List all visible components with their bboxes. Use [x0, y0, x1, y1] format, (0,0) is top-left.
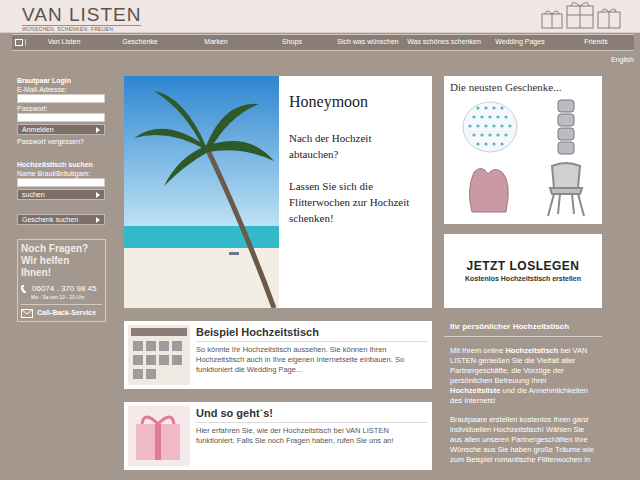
info-title: Ihr persönlicher Hochzeitstisch: [444, 318, 602, 337]
login-title: Brautpaar Login: [17, 76, 106, 85]
newest-gifts: Die neusten Geschenke...: [444, 76, 602, 224]
info-text: Hochzeitsliste: [450, 386, 500, 395]
gift-box-image: [128, 406, 190, 466]
feature-title[interactable]: Und so geht`s!: [196, 406, 428, 423]
arrow-icon: [96, 217, 100, 223]
email-label: E-Mail-Adresse:: [17, 85, 106, 94]
login-button[interactable]: Anmelden: [17, 124, 105, 135]
email-input[interactable]: [17, 94, 105, 103]
sidebar: Brautpaar Login E-Mail-Adresse: Passwort…: [17, 76, 106, 470]
feature-body: Und so geht`s! Hier erfahren Sie, wie der…: [196, 406, 428, 466]
info-paragraph: Mit Ihrem online Hochzeitstisch bei VAN …: [444, 346, 602, 406]
nav-item[interactable]: Van Listen: [26, 37, 102, 48]
banner-text: Nach der Hochzeit abtauchen?: [289, 130, 414, 162]
banner-title: Honeymoon: [289, 92, 414, 112]
callback-link[interactable]: Call-Back-Service: [21, 304, 102, 319]
nav-item[interactable]: Geschenke: [102, 37, 178, 48]
forgot-password-link[interactable]: Passwort vergessen?: [17, 137, 106, 146]
feature-card[interactable]: Beispiel Hochzeitstisch So könnte Ihr Hoc…: [124, 321, 432, 389]
info-text: Hochzeitstisch: [505, 346, 558, 355]
language-link[interactable]: English: [611, 56, 634, 63]
logo[interactable]: VAN LISTEN WÜNSCHEN. SCHENKEN. FREUEN.: [22, 0, 141, 33]
help-box: Noch Fragen? Wir helfen Ihnen! 06074 . 3…: [17, 239, 106, 322]
password-input[interactable]: [17, 113, 105, 122]
home-icon[interactable]: [12, 39, 26, 46]
nav-item[interactable]: Shops: [254, 37, 330, 48]
feature-body: Beispiel Hochzeitstisch So könnte Ihr Hoc…: [196, 325, 428, 385]
help-subtitle: Wir helfen Ihnen!: [21, 255, 102, 279]
beach-image: [124, 76, 279, 308]
info-text: Brautpaare erstellen kostenlos Ihren gan…: [450, 415, 594, 464]
nav-item[interactable]: Wedding Pages: [482, 37, 558, 48]
site-header: VAN LISTEN WÜNSCHEN. SCHENKEN. FREUEN.: [0, 0, 640, 33]
info-text: Mit Ihrem online: [450, 346, 505, 355]
name-input[interactable]: [17, 178, 105, 187]
table-preview-image: [128, 325, 190, 385]
nav-item[interactable]: Was schönes schenken: [406, 37, 482, 48]
tagline: WÜNSCHEN. SCHENKEN. FREUEN.: [22, 25, 141, 33]
main-nav: Van ListenGeschenkeMarkenShopsSich was w…: [12, 34, 634, 51]
info-paragraph: Brautpaare erstellen kostenlos Ihren gan…: [444, 415, 602, 465]
password-label: Passwort:: [17, 104, 106, 113]
feature-title[interactable]: Beispiel Hochzeitstisch: [196, 325, 428, 342]
newest-title: Die neusten Geschenke...: [450, 80, 596, 94]
search-title: Hochzeitstisch suchen: [17, 160, 106, 169]
nav-items: Van ListenGeschenkeMarkenShopsSich was w…: [26, 37, 634, 48]
envelope-icon: [21, 309, 33, 318]
search-button[interactable]: suchen: [17, 189, 105, 200]
phone-row: 06074 . 370 98 45: [21, 284, 102, 294]
hours: Mo - Sa von 10 - 20 Uhr: [21, 294, 102, 300]
phone-number[interactable]: 06074 . 370 98 45: [32, 284, 97, 294]
plate-icon[interactable]: [458, 98, 522, 156]
arrow-icon: [96, 192, 100, 198]
phone-icon: [21, 285, 28, 293]
banner-text: Lassen Sie sich die Flitterwochen zur Ho…: [289, 178, 414, 226]
chair-icon[interactable]: [534, 160, 598, 218]
vase-icon[interactable]: [458, 160, 522, 218]
feature-card[interactable]: Und so geht`s! Hier erfahren Sie, wie der…: [124, 402, 432, 470]
help-title: Noch Fragen?: [21, 243, 102, 255]
honeymoon-banner[interactable]: Honeymoon Nach der Hochzeit abtauchen? La…: [124, 76, 432, 308]
feature-text: Hier erfahren Sie, wie der Hochzeitstisc…: [196, 426, 428, 446]
start-now-button[interactable]: JETZT LOSLEGEN Kostenlos Hochzeitstisch …: [444, 234, 602, 308]
gifts-icon: [540, 0, 622, 30]
nav-item[interactable]: Marken: [178, 37, 254, 48]
main-content: Honeymoon Nach der Hochzeit abtauchen? La…: [124, 76, 432, 470]
napkin-rings-icon[interactable]: [534, 98, 598, 156]
logo-text[interactable]: VAN LISTEN: [22, 0, 141, 24]
name-label: Name Braut/Bräutigam:: [17, 169, 106, 178]
nav-item[interactable]: Sich was wünschen: [330, 37, 406, 48]
nav-item[interactable]: Friends: [558, 37, 634, 48]
arrow-icon: [96, 127, 100, 133]
gift-search-button[interactable]: Geschenk suchen: [17, 214, 105, 225]
feature-text: So könnte Ihr Hochzeitstisch aussehen. S…: [196, 345, 428, 375]
right-column: Die neusten Geschenke...: [444, 76, 602, 470]
